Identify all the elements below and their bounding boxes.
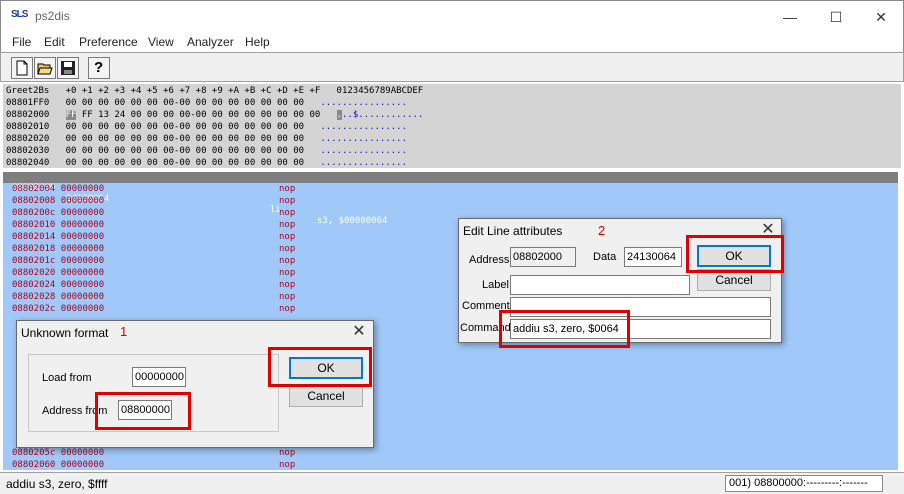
save-button[interactable] <box>57 57 79 79</box>
disasm-row[interactable]: 0880205c 00000000 nop <box>12 448 295 459</box>
disasm-row[interactable]: 08802028 00000000 nop <box>12 292 295 303</box>
hex-row[interactable]: 08802030 00 00 00 00 00 00 00-00 00 00 0… <box>6 145 407 157</box>
load-from-label: Load from <box>42 372 92 384</box>
annotation-number: 1 <box>120 324 128 339</box>
menu-help[interactable]: Help <box>245 35 270 49</box>
cancel-button[interactable]: Cancel <box>289 385 363 407</box>
hex-row[interactable]: 08802020 00 00 00 00 00 00 00-00 00 00 0… <box>6 133 407 145</box>
window-title: ps2dis <box>35 9 70 23</box>
load-from-input[interactable]: 00000000 <box>132 367 186 387</box>
hex-row-selected[interactable]: 08802000 FF FF 13 24 00 00 00 00-00 00 0… <box>6 109 423 121</box>
hex-row[interactable]: 08801FF0 00 00 00 00 00 00 00-00 00 00 0… <box>6 97 407 109</box>
disasm-row[interactable]: 08802014 00000000 nop <box>12 232 295 243</box>
annotation-number: 2 <box>598 223 606 238</box>
status-text: addiu s3, zero, $ffff <box>6 477 108 491</box>
address-field: 08802000 <box>510 247 576 267</box>
menu-file[interactable]: File <box>12 35 31 49</box>
open-folder-icon <box>37 63 53 75</box>
address-from-input[interactable]: 08800000 <box>118 400 172 420</box>
data-label: Data <box>593 251 617 263</box>
close-window-button[interactable]: ✕ <box>858 1 904 33</box>
disasm-row[interactable]: 0880200c 00000000 nop <box>12 208 295 219</box>
close-icon[interactable]: ✕ <box>759 221 777 239</box>
new-file-button[interactable] <box>11 57 33 79</box>
disasm-row[interactable]: 08802024 00000000 nop <box>12 280 295 291</box>
address-from-label: Address from <box>42 405 108 417</box>
help-button[interactable]: ? <box>88 57 110 79</box>
edit-line-dialog: Edit Line attributes 2 ✕ Address 0880200… <box>458 218 782 343</box>
label-input[interactable] <box>510 275 690 295</box>
new-file-icon <box>16 60 28 76</box>
menu-preference[interactable]: Preference <box>79 35 138 49</box>
minimize-button[interactable]: — <box>767 1 813 33</box>
disasm-row[interactable]: 08802018 00000000 nop <box>12 244 295 255</box>
dialog-title: Unknown format <box>21 326 109 340</box>
command-input[interactable]: addiu s3, zero, $0064 <box>510 319 771 339</box>
address-label: Address <box>469 254 510 266</box>
label-label: Label <box>482 279 509 291</box>
data-input[interactable]: 24130064 <box>624 247 682 267</box>
comment-label: Comment <box>462 300 510 312</box>
disasm-row[interactable]: 0880201c 00000000 nop <box>12 256 295 267</box>
status-bar: addiu s3, zero, $ffff 001) 08800000:----… <box>0 472 904 494</box>
ok-button[interactable]: OK <box>697 245 771 267</box>
ok-button[interactable]: OK <box>289 357 363 379</box>
cancel-button[interactable]: Cancel <box>697 269 771 291</box>
menu-edit[interactable]: Edit <box>44 35 65 49</box>
disasm-row[interactable]: 08802010 00000000 nop <box>12 220 295 231</box>
command-label: Command <box>460 322 511 334</box>
help-icon: ? <box>94 59 104 76</box>
comment-input[interactable] <box>510 297 771 317</box>
disasm-row[interactable]: 08802004 00000000 nop <box>12 184 295 195</box>
disasm-row[interactable]: 08802020 00000000 nop <box>12 268 295 279</box>
title-bar: SLS ps2dis — ☐ ✕ <box>0 0 904 32</box>
disasm-row[interactable]: 0880202c 00000000 nop <box>12 304 295 315</box>
menu-bar: File Edit Preference View Analyzer Help <box>0 32 904 52</box>
hex-header: Greet2Bs +0 +1 +2 +3 +4 +5 +6 +7 +8 +9 +… <box>6 86 424 96</box>
hex-row[interactable]: 08802040 00 00 00 00 00 00 00-00 00 00 0… <box>6 157 407 168</box>
hex-view[interactable]: Greet2Bs +0 +1 +2 +3 +4 +5 +6 +7 +8 +9 +… <box>3 84 901 168</box>
dialog-title: Edit Line attributes <box>463 224 563 238</box>
unknown-format-dialog: Unknown format 1 ✕ Load from 00000000 Ad… <box>16 320 374 448</box>
disasm-row[interactable]: 08802008 00000000 nop <box>12 196 295 207</box>
disasm-row[interactable]: 08802060 00000000 nop <box>12 460 295 470</box>
toolbar: ? <box>0 52 904 82</box>
maximize-button[interactable]: ☐ <box>813 1 859 33</box>
status-position: 001) 08800000:---------:------- <box>725 475 883 492</box>
app-icon: SLS <box>11 9 28 20</box>
open-button[interactable] <box>34 57 56 79</box>
input-group <box>28 354 279 432</box>
disasm-row-selected[interactable]: 08802000 24130064 li s3, $00000064 <box>3 172 898 226</box>
save-disk-icon <box>61 61 75 75</box>
close-icon[interactable]: ✕ <box>350 323 368 341</box>
menu-analyzer[interactable]: Analyzer <box>187 35 234 49</box>
hex-row[interactable]: 08802010 00 00 00 00 00 00 00-00 00 00 0… <box>6 121 407 133</box>
menu-view[interactable]: View <box>148 35 174 49</box>
